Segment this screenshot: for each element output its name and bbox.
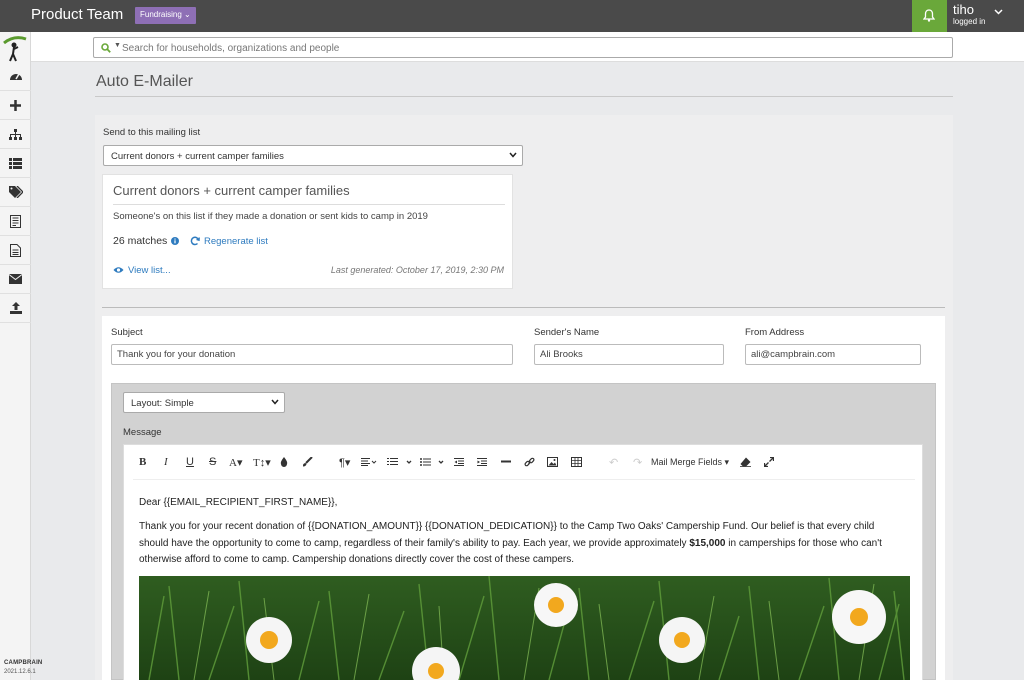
undo-button[interactable]: ↶ [609, 456, 618, 469]
list-card-divider [113, 204, 505, 205]
team-badge[interactable]: Fundraising ⌄ [135, 7, 196, 24]
strikethrough-button[interactable]: S [209, 456, 216, 468]
sitemap-icon [9, 128, 22, 140]
link-icon[interactable] [524, 457, 535, 468]
sender-name-label: Sender's Name [534, 327, 600, 338]
mail-merge-fields-label: Mail Merge Fields [651, 457, 723, 467]
subject-input[interactable] [111, 344, 513, 365]
fullscreen-icon[interactable] [764, 457, 774, 467]
last-generated-text: Last generated: October 17, 2019, 2:30 P… [330, 265, 504, 275]
matches-count: 26 matches [113, 235, 168, 247]
font-color-button[interactable]: A▾ [229, 456, 242, 469]
user-name: tiho [953, 2, 974, 17]
title-divider [95, 96, 953, 97]
document-icon [10, 243, 21, 257]
table-icon[interactable] [571, 457, 582, 467]
view-list-link[interactable]: View list... [128, 265, 171, 276]
underline-button[interactable]: U [186, 456, 194, 468]
bell-icon [923, 9, 935, 22]
toolbar-divider [133, 479, 915, 480]
mailing-list-select[interactable]: Current donors + current camper families [103, 145, 523, 166]
paintbrush-icon[interactable] [302, 457, 313, 467]
mailing-list-label: Send to this mailing list [103, 127, 201, 138]
chevron-down-icon [271, 399, 279, 405]
page-title: Auto E-Mailer [96, 73, 193, 90]
layout-selected: Layout: Simple [131, 398, 194, 409]
plus-icon [10, 99, 21, 111]
message-amount-bold: $15,000 [689, 538, 726, 549]
envelope-icon [9, 274, 22, 284]
image-icon[interactable] [547, 457, 558, 467]
sidebar-item-document[interactable] [0, 236, 31, 265]
sidebar-item-dashboard[interactable] [0, 62, 31, 91]
list-description: Someone's on this list if they made a do… [113, 211, 428, 222]
message-greeting: Dear {{EMAIL_RECIPIENT_FIRST_NAME}}, [139, 497, 338, 508]
user-menu[interactable]: tiho logged in [953, 2, 985, 26]
redo-button[interactable]: ↷ [633, 456, 642, 469]
unordered-list-icon[interactable] [420, 458, 447, 466]
top-bar: Product Team Fundraising ⌄ tiho logged i… [0, 0, 1024, 32]
eye-icon [113, 267, 124, 273]
form-icon [10, 214, 21, 228]
layout-select[interactable]: Layout: Simple [123, 392, 285, 413]
version-label: 2021.12.6.1 [4, 669, 36, 675]
tags-icon [8, 186, 23, 198]
message-line-2: should have the opportunity to come to c… [139, 536, 882, 553]
bold-button[interactable]: B [139, 456, 146, 468]
sidebar-item-add[interactable] [0, 91, 31, 120]
chevron-down-icon: ⌄ [184, 10, 191, 19]
sidebar-item-list[interactable] [0, 149, 31, 178]
camper-logo-icon[interactable] [2, 35, 28, 62]
chevron-down-icon[interactable] [994, 9, 1003, 15]
chevron-down-icon [509, 152, 517, 158]
search-input[interactable] [122, 41, 942, 55]
list-icon [9, 157, 22, 169]
sidebar-item-forms[interactable] [0, 207, 31, 236]
paragraph-button[interactable]: ¶▾ [339, 456, 350, 469]
notifications-button[interactable] [912, 0, 947, 32]
sidebar: CAMPBRAIN 2021.12.6.1 [0, 32, 42, 680]
sidebar-item-upload[interactable] [0, 294, 31, 323]
refresh-icon[interactable] [190, 236, 200, 246]
section-divider [102, 307, 945, 308]
from-address-input[interactable] [745, 344, 921, 365]
mailing-list-selected: Current donors + current camper families [111, 151, 284, 162]
upload-icon [9, 302, 22, 314]
outdent-icon[interactable] [454, 458, 464, 466]
message-label: Message [123, 427, 162, 438]
search-box[interactable]: ▼ [93, 37, 953, 58]
message-line-2-text: should have the opportunity to come to c… [139, 538, 690, 549]
indent-icon[interactable] [477, 458, 487, 466]
sender-name-input[interactable] [534, 344, 724, 365]
message-line-1: Thank you for your recent donation of {{… [139, 521, 875, 532]
brand-label: CAMPBRAIN [4, 660, 43, 666]
team-badge-label: Fundraising [140, 10, 182, 19]
eraser-icon[interactable] [740, 457, 751, 467]
mailing-list-card: Current donors + current camper families… [102, 174, 513, 289]
font-size-button[interactable]: T↕▾ [253, 456, 271, 469]
droplet-icon[interactable] [280, 457, 288, 467]
sidebar-item-tags[interactable] [0, 178, 31, 207]
search-bar: ▼ [31, 32, 1024, 62]
horizontal-rule-icon[interactable] [501, 460, 511, 463]
mail-merge-fields-button[interactable]: Mail Merge Fields ▾ [651, 457, 729, 468]
message-line-2-end: in camperships for those who can't [725, 538, 882, 549]
align-icon[interactable] [361, 458, 377, 466]
app-title: Product Team [31, 6, 124, 23]
caret-down-icon[interactable]: ▼ [114, 42, 121, 49]
search-icon [101, 43, 111, 53]
from-address-label: From Address [745, 327, 805, 338]
subject-label: Subject [111, 327, 143, 338]
message-line-3: otherwise afford to come to camp. Camper… [139, 554, 575, 565]
dashboard-icon [9, 73, 22, 80]
sidebar-item-org-chart[interactable] [0, 120, 31, 149]
info-icon[interactable] [171, 237, 179, 245]
italic-button[interactable]: I [164, 456, 168, 468]
ordered-list-icon[interactable] [387, 458, 414, 466]
list-card-title: Current donors + current camper families [113, 183, 350, 198]
sidebar-item-email[interactable] [0, 265, 31, 294]
daisy-field-image [139, 576, 910, 680]
user-status: logged in [953, 17, 986, 26]
regenerate-list-link[interactable]: Regenerate list [204, 236, 268, 247]
